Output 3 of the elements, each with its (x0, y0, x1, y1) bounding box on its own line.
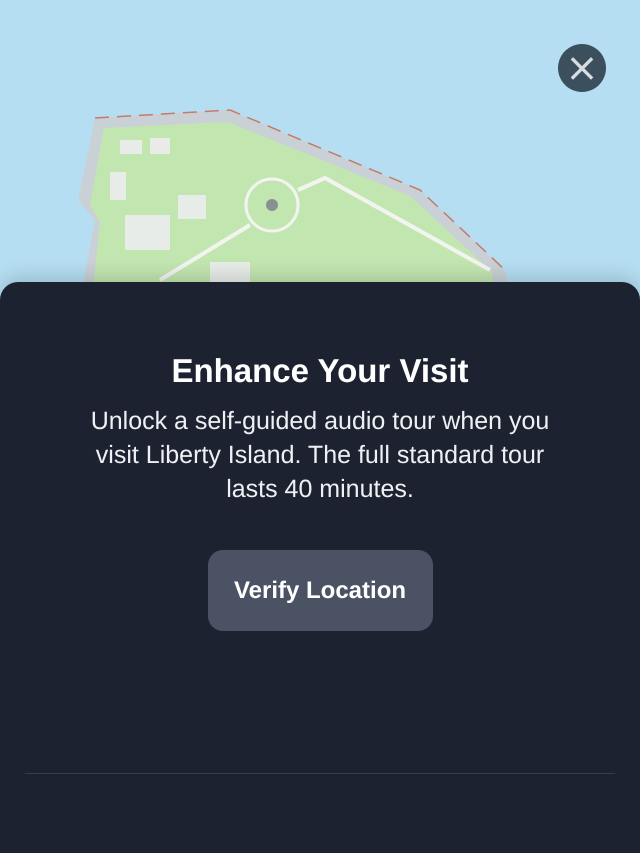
verify-location-button[interactable]: Verify Location (208, 550, 432, 631)
sheet-title: Enhance Your Visit (171, 352, 469, 390)
sheet-description: Unlock a self-guided audio tour when you visit Liberty Island. The full standard tour lasts 40 minutes. (90, 406, 550, 505)
